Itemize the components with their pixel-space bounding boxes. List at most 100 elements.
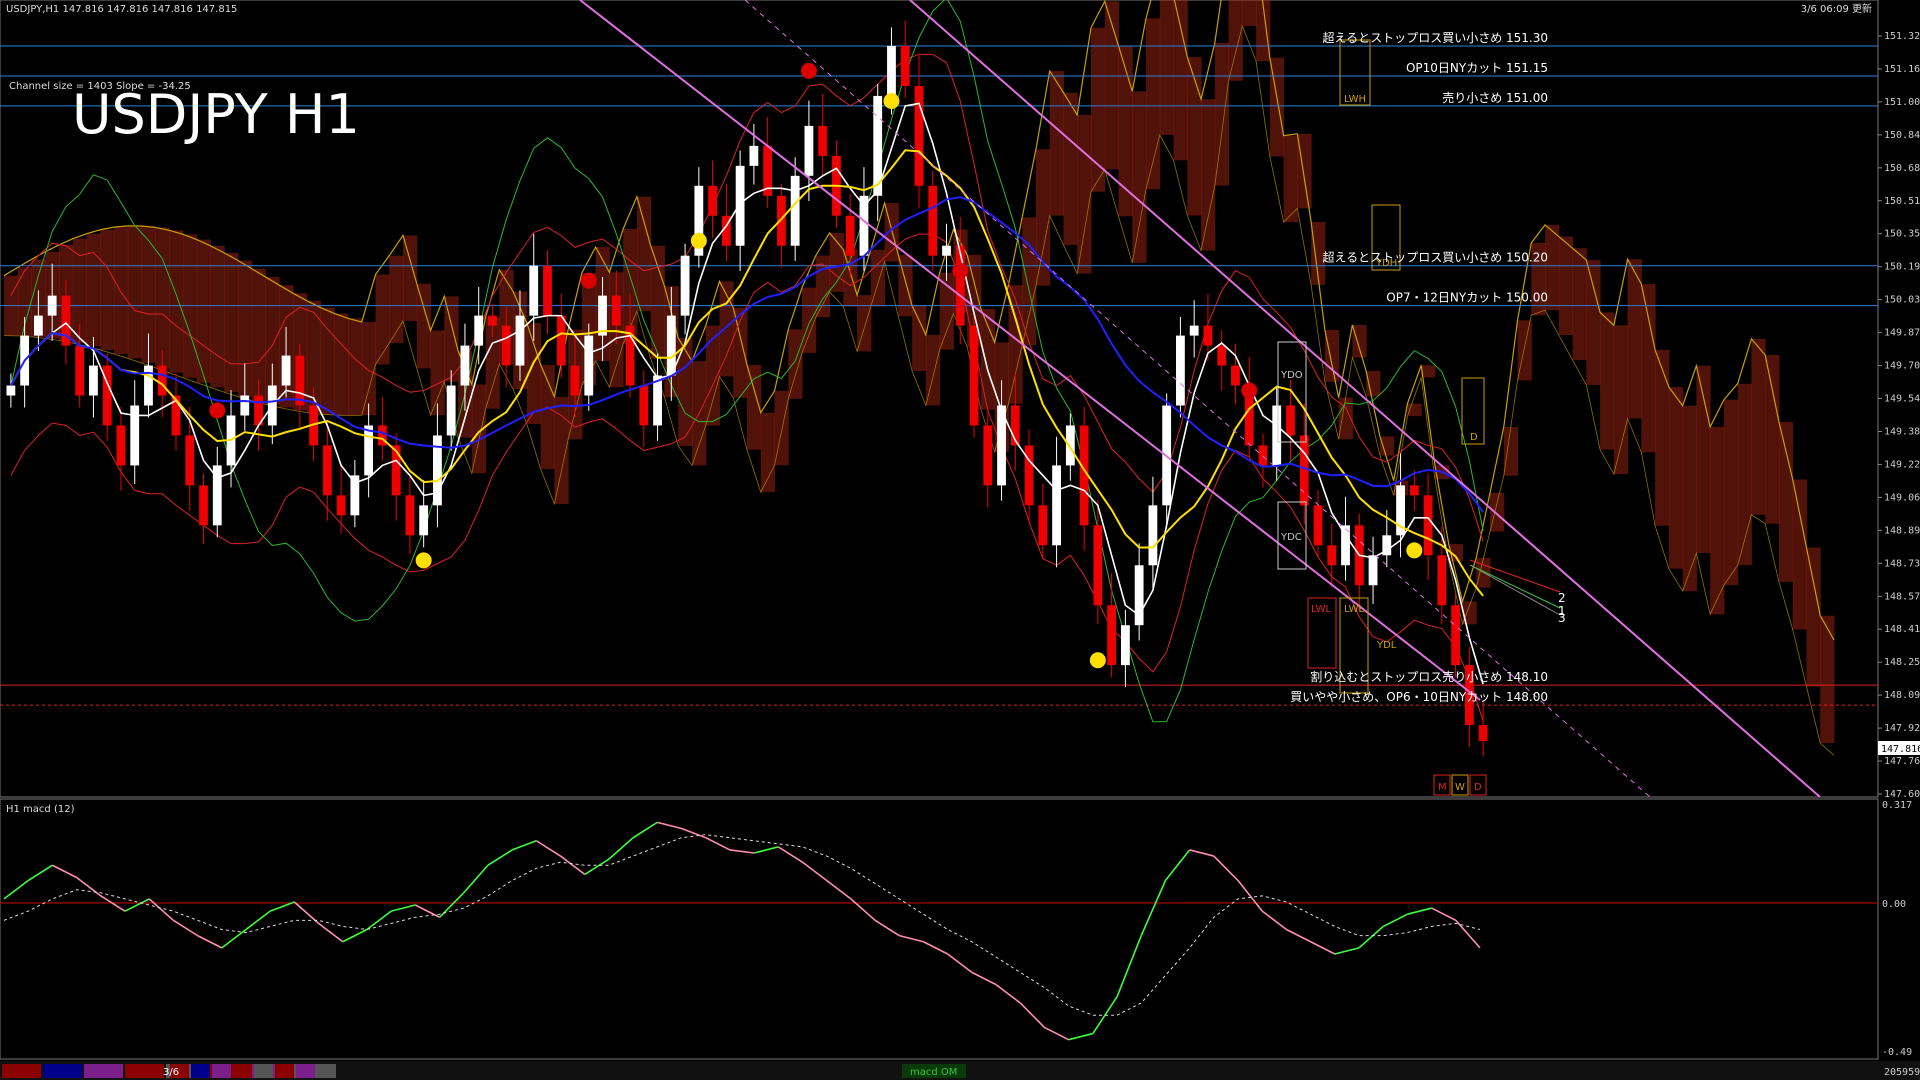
macd-tick: 0.317 xyxy=(1882,800,1912,811)
cloud-segment xyxy=(912,305,927,371)
cloud-segment xyxy=(375,274,390,365)
candle-body xyxy=(845,215,855,256)
level-box-label: LWH xyxy=(1344,94,1366,105)
fractal-down-icon xyxy=(1406,542,1423,559)
level-box-label: W xyxy=(1455,782,1465,793)
macd-tick: -0.49 xyxy=(1882,1047,1912,1058)
forecast-label: 3 xyxy=(1558,611,1566,625)
candle-body xyxy=(749,145,759,166)
cloud-segment xyxy=(100,229,115,350)
candle-body xyxy=(818,125,828,156)
candle-body xyxy=(1038,505,1048,546)
candle-body xyxy=(1093,525,1103,606)
price-tick-label: 149.870 xyxy=(1884,328,1920,339)
cloud-segment xyxy=(705,325,720,426)
price-tick-label: 150.190 xyxy=(1884,262,1920,273)
chart-canvas[interactable]: LWH YDH YDO YDC LWL LWL YDL D M W D 2 1 … xyxy=(0,0,1920,1080)
price-tick-label: 151.160 xyxy=(1884,64,1920,75)
candle-body xyxy=(391,445,401,496)
cloud-segment xyxy=(1379,436,1395,456)
price-tick-label: 149.060 xyxy=(1884,492,1920,503)
price-axis[interactable]: 151.325 151.160 151.000 150.840 150.680 150.5… xyxy=(1878,31,1920,800)
cloud-segment xyxy=(1063,92,1078,245)
cloud-segment xyxy=(980,309,996,410)
candle-body xyxy=(1120,625,1130,666)
cloud-segment xyxy=(857,295,872,352)
cloud-segment xyxy=(155,227,170,368)
price-annotation-text: OP10日NYカット 151.15 xyxy=(1406,61,1548,75)
cloud-segment xyxy=(1723,399,1739,586)
cloud-segment xyxy=(1820,615,1835,744)
cloud-segment xyxy=(1228,0,1243,81)
price-tick-label: 150.030 xyxy=(1884,295,1920,306)
status-swatch xyxy=(2,1064,41,1078)
candle-body xyxy=(89,365,98,396)
fractal-down-icon xyxy=(883,92,900,109)
cloud-segment xyxy=(1283,135,1298,223)
candle-body xyxy=(295,355,305,406)
candle-body xyxy=(900,45,910,86)
candle-body xyxy=(322,445,332,496)
status-swatch xyxy=(212,1064,231,1078)
candle-body xyxy=(6,385,16,396)
price-tick-label: 151.000 xyxy=(1884,97,1920,108)
candle-body xyxy=(1024,445,1034,506)
candle-body xyxy=(708,185,718,216)
status-swatch xyxy=(275,1064,294,1078)
candle-body xyxy=(157,365,167,396)
fractal-up-icon xyxy=(209,402,226,419)
candle-body xyxy=(1052,465,1061,546)
price-tick-label: 149.545 xyxy=(1884,394,1920,405)
level-box-label: YDO xyxy=(1280,370,1303,381)
cloud-segment xyxy=(1201,99,1216,251)
candle-body xyxy=(185,435,195,486)
cloud-segment xyxy=(1778,421,1794,582)
price-annotation-text: 買いやや小さめ、OP6・10日NYカット 148.00 xyxy=(1290,690,1548,704)
cloud-segment xyxy=(361,322,376,416)
cloud-segment xyxy=(1655,349,1670,526)
fractal-down-icon xyxy=(1089,652,1106,669)
cloud-segment xyxy=(1572,248,1587,361)
level-box-label: LWL xyxy=(1311,604,1332,615)
cloud-segment xyxy=(1132,91,1147,263)
cloud-segment xyxy=(1613,325,1629,475)
candle-body xyxy=(639,385,649,426)
candle-body xyxy=(488,315,497,326)
indicator-tab-label: macd OM xyxy=(910,1067,957,1078)
level-box-label: M xyxy=(1438,782,1447,793)
cloud-segment xyxy=(1090,27,1106,192)
price-tick-label: 149.705 xyxy=(1884,361,1920,372)
candle-body xyxy=(405,495,415,536)
candle-body xyxy=(1409,485,1419,496)
candle-body xyxy=(144,365,153,406)
price-tick-label: 148.250 xyxy=(1884,657,1920,668)
fractal-up-icon xyxy=(800,62,817,79)
candle-body xyxy=(47,295,57,316)
price-tick-label: 148.735 xyxy=(1884,558,1920,569)
cloud-segment xyxy=(1558,236,1574,336)
candle-body xyxy=(598,295,607,336)
fractal-down-icon xyxy=(690,232,707,249)
price-tick-label: 149.385 xyxy=(1884,426,1920,437)
candle-body xyxy=(1423,495,1433,556)
cloud-segment xyxy=(925,334,941,406)
fractal-up-icon xyxy=(952,262,969,279)
candle-body xyxy=(1451,605,1461,666)
status-swatch xyxy=(43,1064,82,1078)
current-price: 147.816 xyxy=(1881,744,1920,755)
candle-body xyxy=(33,315,43,336)
candle-body xyxy=(1437,555,1447,606)
price-tick-label: 150.515 xyxy=(1884,196,1920,207)
cloud-segment xyxy=(1792,479,1807,630)
price-annotation-text: 割り込むとストップロス売り小さめ 148.10 xyxy=(1310,669,1548,684)
cloud-segment xyxy=(334,313,349,416)
candle-body xyxy=(1286,405,1295,436)
candle-body xyxy=(501,325,511,366)
candle-body xyxy=(790,175,800,246)
candle-body xyxy=(1148,505,1158,566)
candle-body xyxy=(1478,725,1488,742)
candle-body xyxy=(529,265,539,316)
candle-body xyxy=(1203,325,1213,346)
price-tick-label: 148.090 xyxy=(1884,690,1920,701)
cloud-segment xyxy=(1751,338,1766,515)
